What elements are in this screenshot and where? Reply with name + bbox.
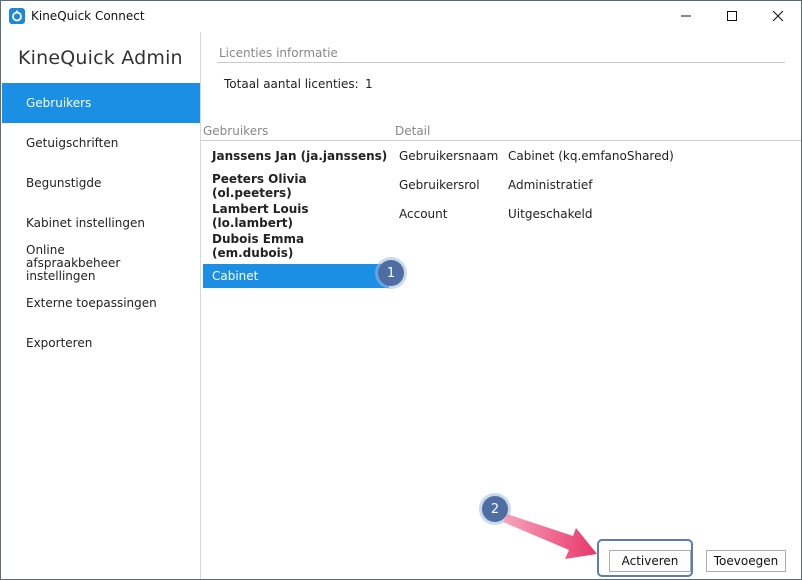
sidebar-item-exporteren[interactable]: Exporteren	[2, 323, 200, 363]
maximize-icon	[727, 11, 737, 21]
title-bar: KineQuick Connect	[1, 1, 801, 31]
app-logo-icon	[9, 8, 25, 24]
detail-value-role: Administratief	[508, 178, 593, 192]
user-list-item[interactable]: Lambert Louis (lo.lambert)	[203, 202, 389, 230]
detail-value-account: Uitgeschakeld	[508, 207, 593, 221]
sidebar-item-begunstigde[interactable]: Begunstigde	[2, 163, 200, 203]
window-title: KineQuick Connect	[31, 9, 145, 23]
add-button[interactable]: Toevoegen	[706, 550, 786, 572]
user-list-item[interactable]: Peeters Olivia (ol.peeters)	[203, 172, 389, 200]
detail-key-role: Gebruikersrol	[399, 178, 480, 192]
maximize-button[interactable]	[709, 1, 755, 31]
sidebar-item-gebruikers[interactable]: Gebruikers	[2, 83, 200, 123]
sidebar-item-getuigschriften[interactable]: Getuigschriften	[2, 123, 200, 163]
activate-button[interactable]: Activeren	[609, 550, 691, 572]
license-total-value: 1	[365, 77, 373, 91]
detail-key-account: Account	[399, 207, 448, 221]
detail-value-username: Cabinet (kq.emfanoShared)	[508, 149, 674, 163]
user-list-item[interactable]: Dubois Emma (em.dubois)	[203, 232, 389, 260]
close-icon	[772, 10, 784, 22]
licenses-section-label: Licenties informatie	[219, 46, 338, 60]
user-list-item[interactable]: Janssens Jan (ja.janssens)	[203, 144, 389, 168]
minimize-button[interactable]	[663, 1, 709, 31]
header-divider	[201, 140, 801, 141]
app-window: KineQuick Connect KineQuick Admin Gebrui…	[0, 0, 802, 580]
users-column-header: Gebruikers	[203, 124, 269, 138]
detail-key-username: Gebruikersnaam	[399, 149, 499, 163]
detail-column-header: Detail	[395, 124, 431, 138]
pointer-arrow-icon	[503, 514, 597, 559]
sidebar-title: KineQuick Admin	[18, 47, 183, 69]
user-list-item-selected[interactable]: Cabinet	[203, 264, 389, 288]
sidebar-item-kabinet-instellingen[interactable]: Kabinet instellingen	[2, 203, 200, 243]
step-1-badge: 1	[378, 260, 404, 286]
license-total-label: Totaal aantal licenties:	[224, 77, 359, 91]
sidebar: KineQuick Admin Gebruikers Getuigschrift…	[2, 32, 201, 579]
section-divider	[217, 62, 785, 63]
minimize-icon	[681, 15, 691, 17]
sidebar-item-externe-toepassingen[interactable]: Externe toepassingen	[2, 283, 200, 323]
sidebar-item-online-afspraakbeheer[interactable]: Online afspraakbeheer instellingen	[2, 243, 162, 283]
close-button[interactable]	[755, 1, 801, 31]
